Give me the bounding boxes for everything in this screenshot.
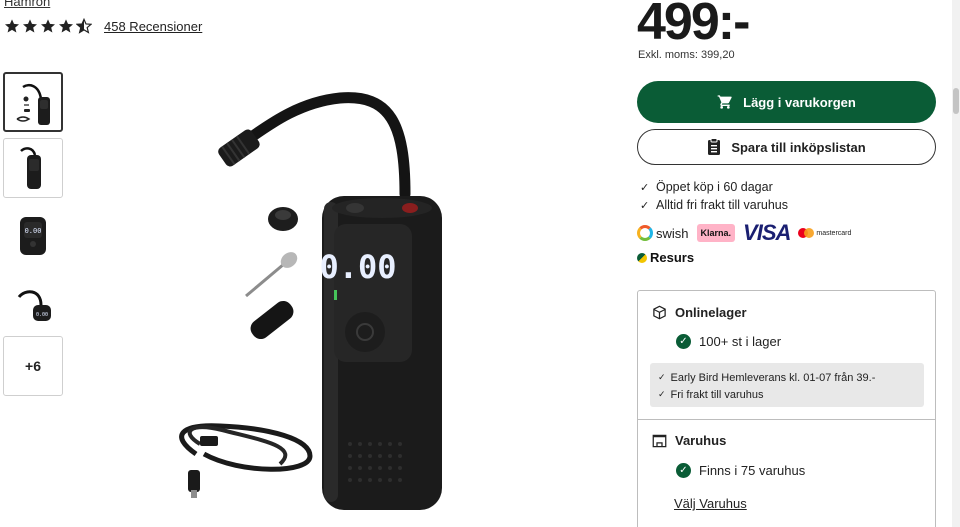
check-icon: ✓	[640, 181, 650, 194]
mastercard-icon	[798, 228, 815, 238]
online-stock-title: Onlinelager	[675, 305, 747, 320]
payment-methods: swish Klarna. VISA mastercard	[637, 220, 851, 246]
rating-stars	[4, 18, 92, 34]
brand-link[interactable]: Hamron	[4, 0, 50, 9]
klarna-logo: Klarna.	[696, 224, 736, 242]
add-to-cart-button[interactable]: Lägg i varukorgen	[637, 81, 936, 123]
perk-label: Alltid fri frakt till varuhus	[656, 198, 788, 212]
delivery-line: ✓ Fri frakt till varuhus	[658, 386, 916, 403]
save-to-list-button[interactable]: Spara till inköpslistan	[637, 129, 936, 165]
divider	[638, 419, 935, 420]
delivery-label: Fri frakt till varuhus	[670, 388, 764, 401]
pump-thumb-icon: 0.00	[17, 290, 51, 321]
perk-item: ✓ Alltid fri frakt till varuhus	[640, 196, 788, 214]
save-to-list-label: Spara till inköpslistan	[731, 139, 866, 155]
thumbnail-pump-side[interactable]	[3, 138, 63, 198]
resurs-label: Resurs	[650, 250, 695, 265]
product-image[interactable]: 0.00	[160, 84, 500, 524]
price-ex-vat: Exkl. moms: 399,20	[638, 49, 735, 61]
resurs-icon	[637, 252, 647, 263]
star-icon	[5, 19, 19, 33]
pump-thumb-icon	[20, 147, 41, 189]
svg-text:0.00: 0.00	[25, 227, 42, 235]
cart-icon	[717, 95, 732, 109]
pump-thumb-icon: 0.00	[20, 217, 46, 255]
online-stock-status: ✓ 100+ st i lager	[676, 334, 781, 349]
check-circle-icon: ✓	[676, 334, 691, 349]
star-icon	[59, 19, 73, 33]
perk-item: ✓ Öppet köp i 60 dagar	[640, 178, 788, 196]
mastercard-label: mastercard	[816, 229, 852, 237]
half-star-icon	[76, 18, 92, 34]
check-icon: ✓	[640, 199, 650, 212]
thumbnail-gallery: 0.00 0.00 +6	[3, 72, 63, 402]
star-icon	[23, 19, 37, 33]
delivery-line: ✓ Early Bird Hemleverans kl. 01-07 från …	[658, 369, 916, 386]
check-icon: ✓	[658, 389, 666, 399]
store-stock-title: Varuhus	[675, 433, 727, 448]
thumbnail-pump-display[interactable]: 0.00	[3, 204, 63, 264]
svg-text:0.00: 0.00	[319, 248, 396, 286]
perk-label: Öppet köp i 60 dagar	[656, 180, 773, 194]
pump-thumb-icon	[16, 83, 50, 125]
perks-list: ✓ Öppet köp i 60 dagar ✓ Alltid fri frak…	[640, 178, 788, 214]
resurs-logo: Resurs	[637, 250, 694, 265]
star-icon	[41, 19, 55, 33]
store-stock-status: ✓ Finns i 75 varuhus	[676, 463, 805, 478]
check-circle-icon: ✓	[676, 463, 691, 478]
page-scrollbar[interactable]	[952, 0, 960, 527]
thumbnail-pump-hose[interactable]: 0.00	[3, 270, 63, 330]
choose-store-link[interactable]: Välj Varuhus	[674, 496, 747, 511]
mastercard-logo: mastercard	[798, 228, 851, 238]
swish-icon	[637, 225, 653, 241]
svg-text:0.00: 0.00	[36, 312, 48, 318]
swish-label: swish	[656, 225, 689, 241]
add-to-cart-label: Lägg i varukorgen	[743, 94, 856, 110]
store-stock-heading: Varuhus	[652, 433, 726, 448]
check-icon: ✓	[658, 372, 666, 382]
scrollbar-thumb[interactable]	[953, 88, 959, 114]
delivery-label: Early Bird Hemleverans kl. 01-07 från 39…	[670, 371, 876, 384]
online-stock-label: 100+ st i lager	[699, 334, 782, 349]
visa-logo: VISA	[743, 220, 791, 245]
delivery-info: ✓ Early Bird Hemleverans kl. 01-07 från …	[650, 363, 924, 407]
price: 499:-	[637, 0, 750, 51]
store-stock-label: Finns i 75 varuhus	[699, 463, 806, 478]
more-images-button[interactable]: +6	[3, 336, 63, 396]
thumbnail-pump-front[interactable]	[3, 72, 63, 132]
box-icon	[653, 305, 666, 320]
stock-panel: Onlinelager ✓ 100+ st i lager ✓ Early Bi…	[637, 290, 936, 527]
clipboard-icon	[708, 138, 721, 155]
store-icon	[652, 434, 667, 447]
reviews-link[interactable]: 458 Recensioner	[104, 19, 202, 34]
swish-logo: swish	[637, 225, 689, 241]
rating: 458 Recensioner	[4, 18, 202, 34]
online-stock-heading: Onlinelager	[652, 305, 747, 320]
